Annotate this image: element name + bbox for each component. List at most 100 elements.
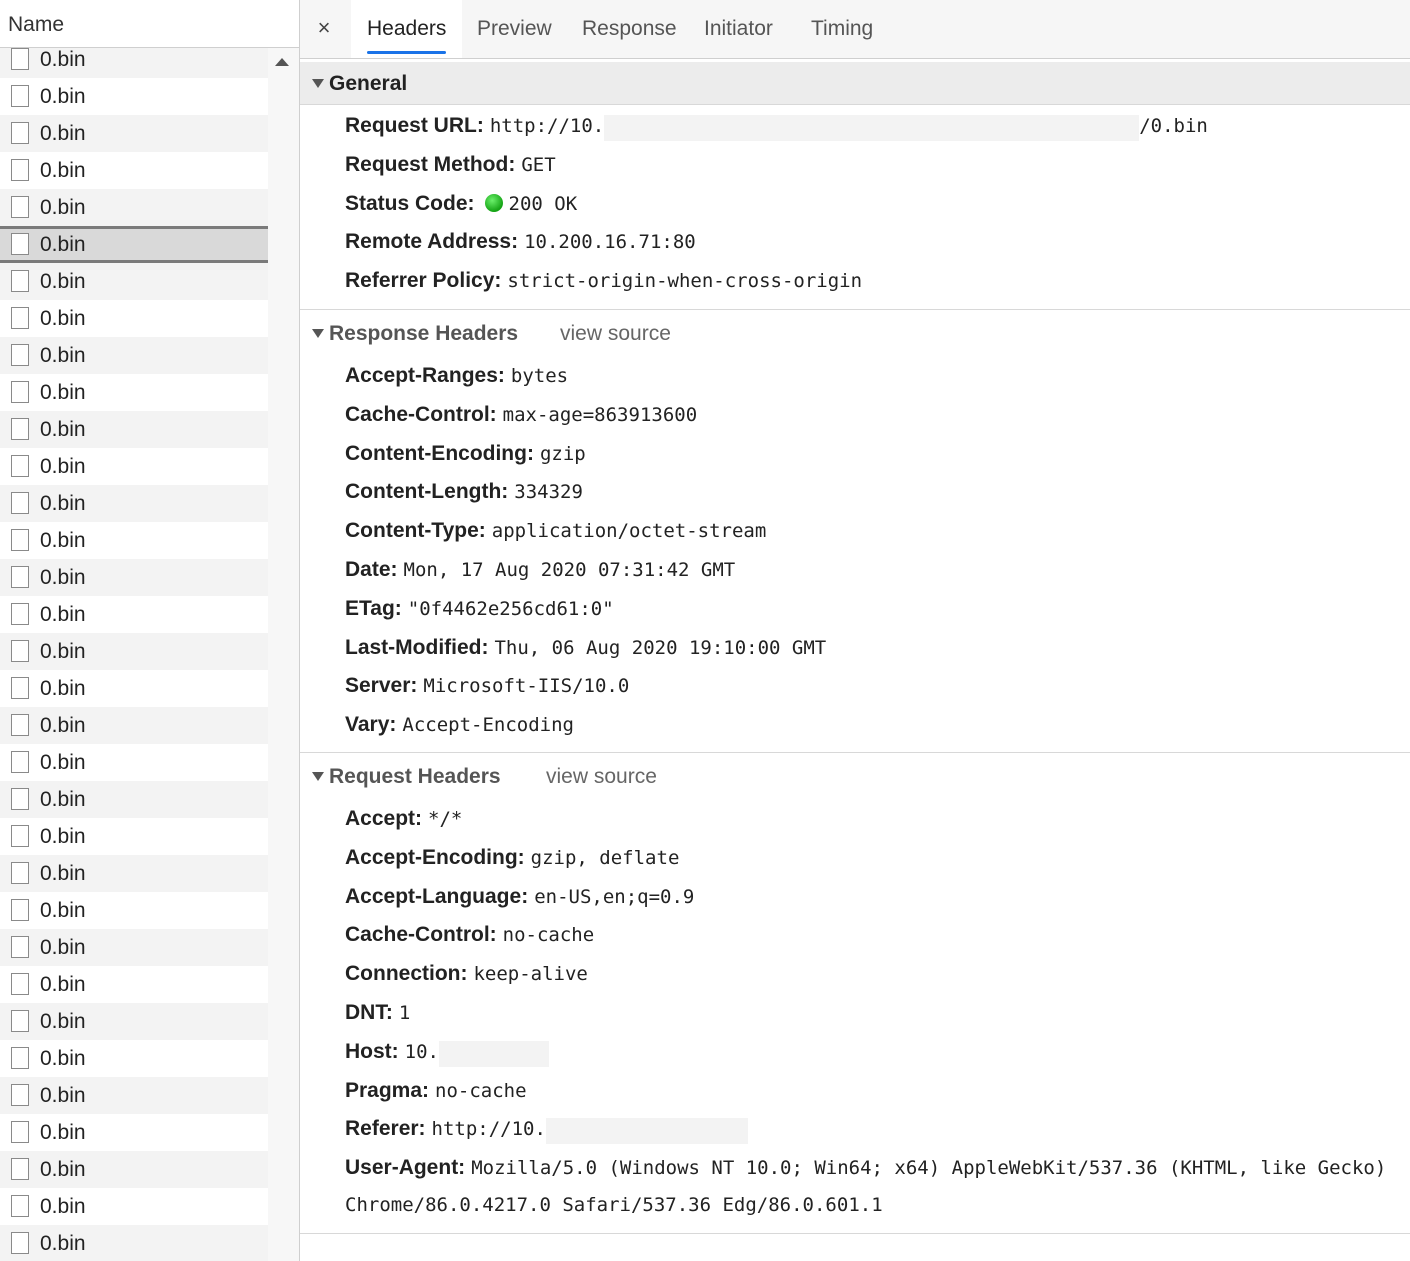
request-row[interactable]: 0.bin [0, 78, 268, 115]
file-icon [11, 307, 29, 329]
header-value: 10.200.16.71:80 [524, 231, 696, 253]
header-value: Chrome/86.0.4217.0 Safari/537.36 Edg/86.… [345, 1194, 883, 1216]
header-name: Last-Modified: [345, 635, 489, 659]
header-name: Host: [345, 1039, 399, 1063]
header-name: Accept: [345, 807, 423, 830]
request-name: 0.bin [40, 1010, 86, 1033]
collapse-triangle-icon [312, 79, 324, 88]
tab-timing[interactable]: Timing [795, 0, 889, 58]
request-row[interactable]: 0.bin [0, 1151, 268, 1188]
request-row[interactable]: 0.bin [0, 781, 268, 818]
request-row[interactable]: 0.bin [0, 892, 268, 929]
file-icon [11, 936, 29, 958]
request-row[interactable]: 0.bin [0, 411, 268, 448]
view-source-link[interactable]: view source [546, 755, 657, 798]
request-name: 0.bin [40, 714, 86, 737]
referrer-policy-row: Referrer Policy: strict-origin-when-cross… [345, 262, 862, 300]
header-name: DNT: [345, 1001, 393, 1024]
request-list-pane: 0.bin 0.bin 0.bin 0.bin 0.bin 0.bin 0.bin 0.bin… [0, 0, 300, 1261]
request-row[interactable]: 0.bin [0, 374, 268, 411]
tab-initiator[interactable]: Initiator [688, 0, 789, 58]
response-headers-section-header[interactable]: Response Headers view source [300, 312, 1410, 355]
header-value: strict-origin-when-cross-origin [507, 270, 863, 292]
header-row: Cache-Control: max-age=863913600 [345, 396, 697, 434]
request-row[interactable]: 0.bin [0, 966, 268, 1003]
header-row: Accept-Ranges: bytes [345, 357, 568, 395]
request-row[interactable]: 0.bin [0, 855, 268, 892]
header-name: Accept-Encoding: [345, 845, 525, 869]
collapse-triangle-icon [312, 329, 324, 338]
request-headers-section-header[interactable]: Request Headers view source [300, 755, 1410, 798]
scroll-up-arrow-icon[interactable] [275, 58, 289, 66]
name-column-header[interactable]: Name [0, 0, 299, 48]
file-icon [11, 973, 29, 995]
header-name: Content-Type: [345, 519, 486, 543]
request-row[interactable]: 0.bin [0, 818, 268, 855]
request-row[interactable]: 0.bin [0, 670, 268, 707]
request-row[interactable]: 0.bin [0, 448, 268, 485]
request-row[interactable]: 0.bin [0, 744, 268, 781]
header-value: 1 [398, 1002, 411, 1024]
status-code-row: Status Code: 200 OK [345, 185, 577, 223]
close-icon[interactable]: × [314, 14, 334, 42]
request-row[interactable]: 0.bin [0, 300, 268, 337]
request-name: 0.bin [40, 48, 86, 71]
tab-response[interactable]: Response [566, 0, 693, 58]
request-row[interactable]: 0.bin [0, 522, 268, 559]
header-value: http://10. [431, 1118, 546, 1141]
file-icon [11, 529, 29, 551]
general-section-header[interactable]: General [300, 62, 1410, 105]
file-icon [11, 1121, 29, 1143]
header-row: Vary: Accept-Encoding [345, 706, 574, 744]
request-row[interactable]: 0.bin [0, 1040, 268, 1077]
tab-headers[interactable]: Headers [351, 0, 463, 58]
request-list-scrollbar[interactable] [268, 48, 299, 1261]
request-row[interactable]: 0.bin [0, 596, 268, 633]
request-row[interactable]: 0.bin [0, 929, 268, 966]
request-row[interactable]: 0.bin [0, 189, 268, 226]
request-row[interactable]: 0.bin [0, 559, 268, 596]
header-value: GET [521, 154, 556, 176]
request-row[interactable]: 0.bin [0, 226, 268, 263]
header-value: gzip, deflate [530, 846, 680, 869]
request-row[interactable]: 0.bin [0, 115, 268, 152]
request-row[interactable]: 0.bin [0, 1225, 268, 1261]
header-name: Server: [345, 674, 418, 698]
file-icon [11, 1047, 29, 1069]
request-url-row: Request URL: http://10. /0.bin [345, 107, 1208, 145]
request-row[interactable]: 0.bin [0, 1114, 268, 1151]
header-name: Remote Address: [345, 230, 519, 253]
request-row[interactable]: 0.bin [0, 263, 268, 300]
redacted-block [604, 114, 1140, 141]
header-name: Cache-Control: [345, 923, 497, 947]
file-icon [11, 492, 29, 514]
header-name: Request URL: [345, 114, 484, 137]
redacted-block [545, 1118, 748, 1145]
request-name: 0.bin [40, 1195, 86, 1218]
response-headers-title: Response Headers [329, 322, 519, 345]
request-row[interactable]: 0.bin [0, 1188, 268, 1225]
file-icon [11, 1084, 29, 1106]
header-value: en-US,en;q=0.9 [534, 885, 695, 908]
file-icon [11, 122, 29, 144]
header-row: Content-Length: 334329 [345, 473, 583, 511]
file-icon [11, 862, 29, 884]
request-row[interactable]: 0.bin [0, 1077, 268, 1114]
header-name: Date: [345, 558, 398, 581]
header-row: ETag: "0f4462e256cd61:0" [345, 590, 614, 628]
header-name: Accept-Language: [345, 884, 529, 908]
request-row[interactable]: 0.bin [0, 485, 268, 522]
request-row[interactable]: 0.bin [0, 152, 268, 189]
tab-preview[interactable]: Preview [461, 0, 568, 58]
request-row[interactable]: 0.bin [0, 633, 268, 670]
request-name: 0.bin [40, 936, 86, 959]
general-title: General [329, 72, 408, 95]
request-row[interactable]: 0.bin [0, 1003, 268, 1040]
view-source-link[interactable]: view source [560, 312, 671, 355]
file-icon [11, 566, 29, 588]
header-row: Pragma: no-cache [345, 1072, 527, 1110]
file-icon [11, 640, 29, 662]
request-name: 0.bin [40, 788, 86, 811]
request-row[interactable]: 0.bin [0, 707, 268, 744]
request-row[interactable]: 0.bin [0, 337, 268, 374]
